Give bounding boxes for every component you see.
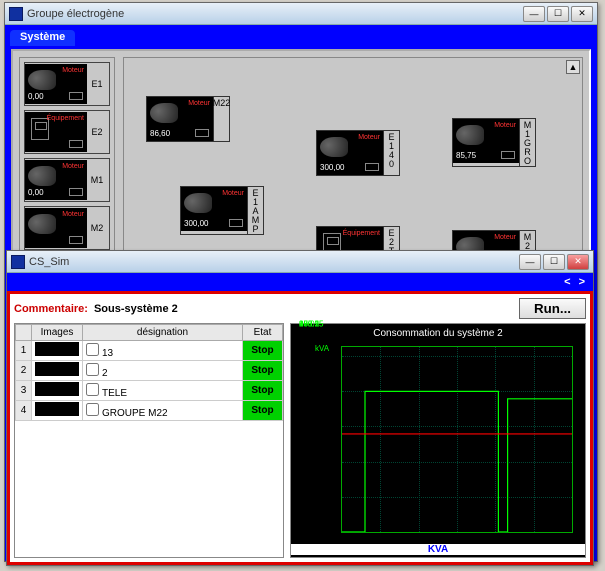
chart-ytick: 475.25 [299,320,323,329]
table-row[interactable]: 3 TELE Stop [16,381,283,401]
diagram-node[interactable]: Moteur300,00E1AMP [180,186,264,235]
cs-navbar: < > [7,273,593,291]
table-pane: Images désignation Etat 1 13 Stop2 2 Sto… [14,323,284,558]
row-etat[interactable]: Stop [243,361,283,381]
thumbnail[interactable]: ÉquipementE2 [24,110,110,154]
th-designation: désignation [83,325,243,341]
row-etat[interactable]: Stop [243,381,283,401]
close-button[interactable]: ✕ [567,254,589,270]
tab-systeme[interactable]: Système [10,30,75,46]
main-titlebar[interactable]: Groupe électrogène — ☐ ✕ [5,3,597,25]
table-row[interactable]: 2 2 Stop [16,361,283,381]
minimize-button[interactable]: — [519,254,541,270]
app-icon [9,7,23,21]
app-icon [11,255,25,269]
subsystems-table: Images désignation Etat 1 13 Stop2 2 Sto… [15,324,283,421]
thumbnail[interactable]: MoteurM2 [24,206,110,250]
row-number: 2 [16,361,32,381]
chart-xlabel: KVA [291,544,585,555]
th-blank [16,325,32,341]
close-button[interactable]: ✕ [571,6,593,22]
chart-panel: Consommation du système 2 kVA KVA 95.051… [290,323,586,558]
row-etat[interactable]: Stop [243,401,283,421]
row-image [32,401,83,421]
cs-main-panel: Commentaire: Sous-système 2 Run... Image… [7,291,593,565]
maximize-button[interactable]: ☐ [543,254,565,270]
row-number: 4 [16,401,32,421]
tab-bar: Système [10,30,592,46]
row-checkbox[interactable] [86,403,99,416]
table-row[interactable]: 4 GROUPE M22 Stop [16,401,283,421]
row-number: 3 [16,381,32,401]
row-designation: GROUPE M22 [83,401,243,421]
cs-sim-window: CS_Sim — ☐ ✕ < > Commentaire: Sous-systè… [6,250,594,566]
row-checkbox[interactable] [86,383,99,396]
row-image [32,381,83,401]
main-title: Groupe électrogène [27,8,523,20]
cs-body: < > Commentaire: Sous-système 2 Run... I… [7,273,593,565]
diagram-node[interactable]: Moteur85,75M1GRO [452,118,536,167]
row-image [32,361,83,381]
commentaire-label: Commentaire: [14,303,88,315]
scroll-up-button[interactable]: ▲ [566,60,580,74]
row-designation: 13 [83,341,243,361]
row-designation: 2 [83,361,243,381]
row-checkbox[interactable] [86,343,99,356]
commentaire-value: Sous-système 2 [94,303,178,315]
nav-prev-button[interactable]: < [564,276,570,288]
th-images: Images [32,325,83,341]
row-etat[interactable]: Stop [243,341,283,361]
thumbnail[interactable]: Moteur0,00E1 [24,62,110,106]
thumbnail[interactable]: Moteur0,00M1 [24,158,110,202]
row-designation: TELE [83,381,243,401]
cs-titlebar[interactable]: CS_Sim — ☐ ✕ [7,251,593,273]
chart-title: Consommation du système 2 [291,328,585,339]
row-image [32,341,83,361]
table-row[interactable]: 1 13 Stop [16,341,283,361]
diagram-node[interactable]: Moteur300,00E140 [316,130,400,176]
run-button[interactable]: Run... [519,298,586,319]
chart-area [341,346,573,533]
row-number: 1 [16,341,32,361]
minimize-button[interactable]: — [523,6,545,22]
row-checkbox[interactable] [86,363,99,376]
maximize-button[interactable]: ☐ [547,6,569,22]
diagram-node[interactable]: Moteur86,60M22 [146,96,230,142]
chart-ylabel: kVA [315,344,329,353]
th-etat: Etat [243,325,283,341]
cs-title: CS_Sim [29,256,519,268]
nav-next-button[interactable]: > [579,276,585,288]
